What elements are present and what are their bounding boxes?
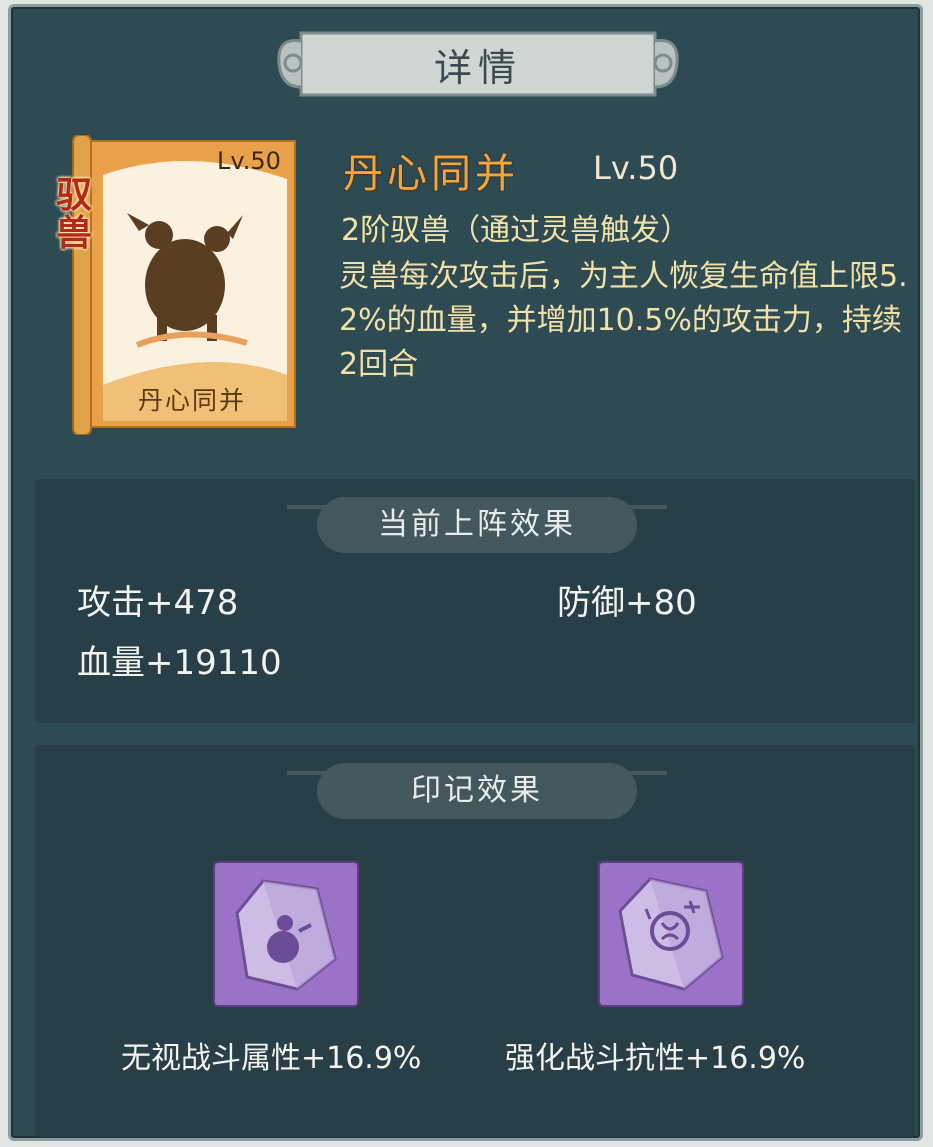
current-effect-heading: 当前上阵效果 <box>317 497 637 553</box>
stat-defense: 防御+80 <box>557 583 697 623</box>
current-effect-section: 当前上阵效果 攻击+478 防御+80 血量+19110 <box>35 479 915 723</box>
stat-attack: 攻击+478 <box>77 583 239 623</box>
card-type-badge: 驭 兽 <box>49 177 99 253</box>
pill-ornament <box>627 505 667 509</box>
gourd-stone-icon[interactable] <box>213 861 359 1007</box>
skill-level: Lv.50 <box>593 149 679 187</box>
imprint-section: 印记效果 无视战斗属性+16.9% 强化战斗抗性+16.9% <box>35 745 915 1137</box>
skill-card[interactable]: Lv.50 驭 兽 丹心同并 <box>56 135 301 435</box>
card-name: 丹心同并 <box>137 386 246 415</box>
skill-description: 灵兽每次攻击后，为主人恢复生命值上限5.2%的血量，并增加10.5%的攻击力，持… <box>339 259 908 382</box>
skill-subtitle: 2阶驭兽（通过灵兽触发） <box>341 213 691 248</box>
card-type-char: 驭 <box>55 175 92 216</box>
rune-stone-icon[interactable] <box>598 861 744 1007</box>
title-banner: 详情 <box>273 23 683 105</box>
pill-ornament <box>627 771 667 775</box>
stat-hp: 血量+19110 <box>77 643 282 683</box>
skill-name: 丹心同并 <box>343 151 519 197</box>
imprint-label: 无视战斗属性+16.9% <box>121 1041 422 1076</box>
detail-panel: 详情 Lv.50 驭 兽 丹心同并 丹心同并 Lv.50 2阶驭兽（通过灵兽触发… <box>8 4 923 1141</box>
imprint-heading: 印记效果 <box>317 763 637 819</box>
imprint-label: 强化战斗抗性+16.9% <box>505 1041 806 1076</box>
page-title: 详情 <box>433 46 522 90</box>
card-level: Lv.50 <box>217 147 281 175</box>
card-type-char: 兽 <box>55 213 92 254</box>
